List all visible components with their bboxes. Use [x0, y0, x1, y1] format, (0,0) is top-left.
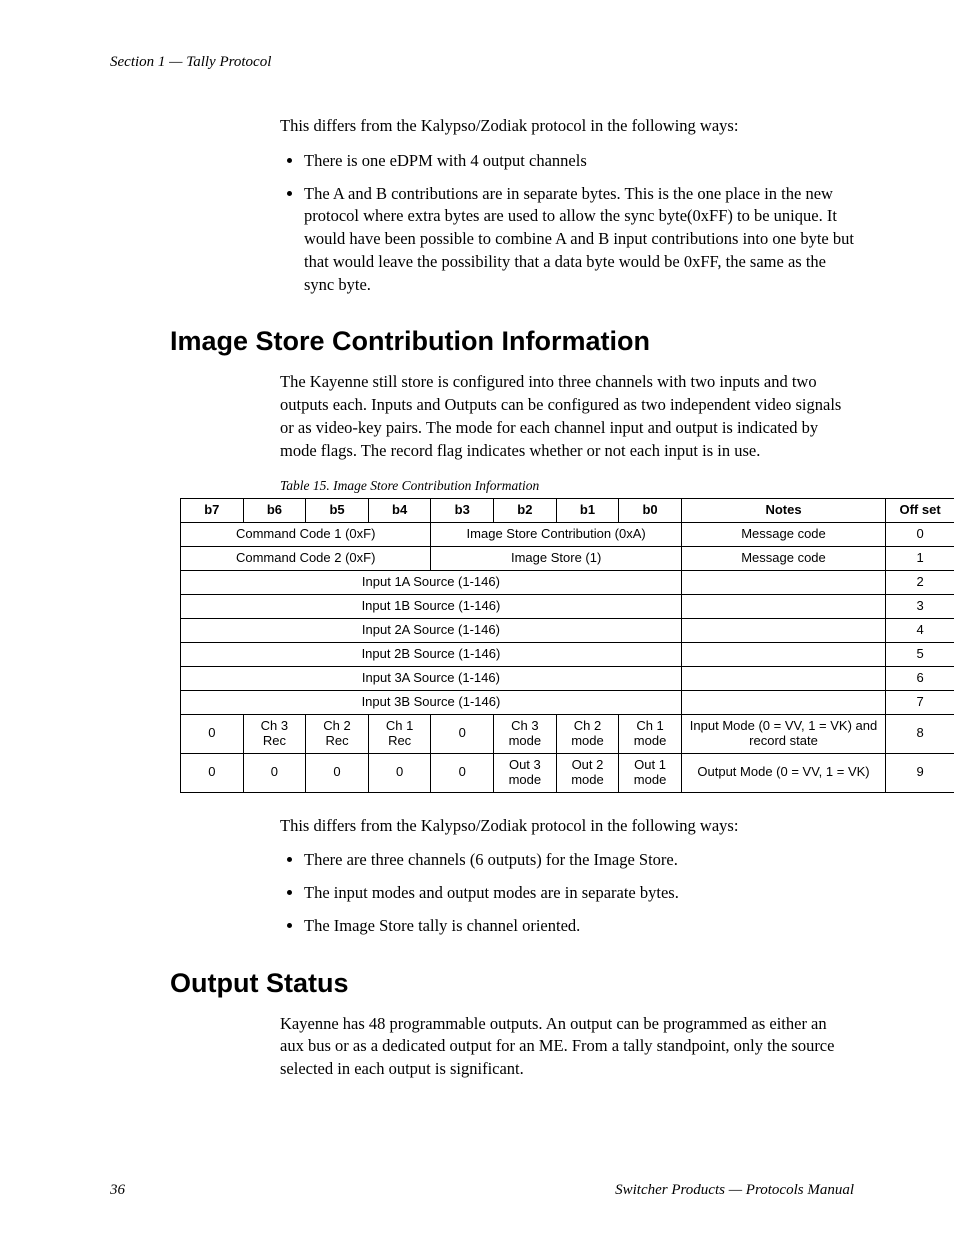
table-row: Command Code 2 (0xF) Image Store (1) Mes… [181, 547, 954, 571]
intro-bullet-list: There is one eDPM with 4 output channels… [280, 150, 854, 297]
after-table-paragraph: This differs from the Kalypso/Zodiak pro… [280, 815, 854, 838]
page-number: 36 [110, 1182, 125, 1199]
heading-image-store: Image Store Contribution Information [170, 326, 854, 357]
cell-offset: 9 [886, 753, 954, 792]
col-b2: b2 [494, 499, 557, 523]
table-row: 0 Ch 3 Rec Ch 2 Rec Ch 1 Rec 0 Ch 3 mode… [181, 714, 954, 753]
cell: 0 [431, 753, 494, 792]
cell: Out 3 mode [494, 753, 557, 792]
cell: Ch 1 mode [619, 714, 682, 753]
cell: Command Code 2 (0xF) [181, 547, 431, 571]
col-b7: b7 [181, 499, 244, 523]
cell: Image Store (1) [431, 547, 681, 571]
list-item: The input modes and output modes are in … [304, 882, 854, 905]
cell-notes: Input Mode (0 = VV, 1 = VK) and record s… [681, 714, 885, 753]
table-row: Input 1B Source (1-146) 3 [181, 595, 954, 619]
table-row: Command Code 1 (0xF) Image Store Contrib… [181, 523, 954, 547]
table-header-row: b7 b6 b5 b4 b3 b2 b1 b0 Notes Off set [181, 499, 954, 523]
footer-title: Switcher Products — Protocols Manual [615, 1182, 854, 1199]
cell: 0 [431, 714, 494, 753]
cell-offset: 0 [886, 523, 954, 547]
cell: Ch 2 Rec [306, 714, 369, 753]
table-row: Input 3B Source (1-146) 7 [181, 690, 954, 714]
col-notes: Notes [681, 499, 885, 523]
cell-offset: 6 [886, 666, 954, 690]
page-footer: 36 Switcher Products — Protocols Manual [110, 1182, 854, 1199]
cell: Input 3B Source (1-146) [181, 690, 682, 714]
cell-offset: 1 [886, 547, 954, 571]
col-offset: Off set [886, 499, 954, 523]
list-item: The A and B contributions are in separat… [304, 183, 854, 297]
cell: Input 2A Source (1-146) [181, 619, 682, 643]
cell-notes [681, 666, 885, 690]
cell-notes [681, 690, 885, 714]
cell: Ch 2 mode [556, 714, 619, 753]
list-item: There are three channels (6 outputs) for… [304, 849, 854, 872]
cell: 0 [181, 753, 244, 792]
list-item: The Image Store tally is channel oriente… [304, 915, 854, 938]
cell-offset: 7 [886, 690, 954, 714]
cell: 0 [306, 753, 369, 792]
col-b6: b6 [243, 499, 306, 523]
col-b1: b1 [556, 499, 619, 523]
running-header: Section 1 — Tally Protocol [110, 54, 854, 71]
cell: Image Store Contribution (0xA) [431, 523, 681, 547]
cell: Input 2B Source (1-146) [181, 643, 682, 667]
table-row: Input 2B Source (1-146) 5 [181, 643, 954, 667]
cell: Out 2 mode [556, 753, 619, 792]
cell-notes: Message code [681, 547, 885, 571]
heading-output-status: Output Status [170, 968, 854, 999]
cell: Ch 3 mode [494, 714, 557, 753]
after-table-bullet-list: There are three channels (6 outputs) for… [280, 849, 854, 937]
cell: 0 [181, 714, 244, 753]
cell-offset: 4 [886, 619, 954, 643]
col-b4: b4 [368, 499, 431, 523]
image-store-paragraph: The Kayenne still store is configured in… [280, 371, 854, 462]
col-b0: b0 [619, 499, 682, 523]
table-row: Input 3A Source (1-146) 6 [181, 666, 954, 690]
cell: 0 [243, 753, 306, 792]
table-caption: Table 15. Image Store Contribution Infor… [280, 478, 854, 494]
cell-offset: 8 [886, 714, 954, 753]
cell: Ch 3 Rec [243, 714, 306, 753]
cell: 0 [368, 753, 431, 792]
intro-paragraph: This differs from the Kalypso/Zodiak pro… [280, 115, 854, 138]
cell: Out 1 mode [619, 753, 682, 792]
output-status-paragraph: Kayenne has 48 programmable outputs. An … [280, 1013, 854, 1081]
cell-notes: Output Mode (0 = VV, 1 = VK) [681, 753, 885, 792]
cell-notes [681, 643, 885, 667]
cell-notes [681, 619, 885, 643]
col-b5: b5 [306, 499, 369, 523]
cell-offset: 5 [886, 643, 954, 667]
cell: Input 1A Source (1-146) [181, 571, 682, 595]
cell-notes [681, 571, 885, 595]
list-item: There is one eDPM with 4 output channels [304, 150, 854, 173]
cell: Input 1B Source (1-146) [181, 595, 682, 619]
cell-offset: 3 [886, 595, 954, 619]
cell: Input 3A Source (1-146) [181, 666, 682, 690]
cell-notes: Message code [681, 523, 885, 547]
table-row: Input 1A Source (1-146) 2 [181, 571, 954, 595]
cell: Ch 1 Rec [368, 714, 431, 753]
cell-notes [681, 595, 885, 619]
cell-offset: 2 [886, 571, 954, 595]
table-row: Input 2A Source (1-146) 4 [181, 619, 954, 643]
cell: Command Code 1 (0xF) [181, 523, 431, 547]
col-b3: b3 [431, 499, 494, 523]
table-15: b7 b6 b5 b4 b3 b2 b1 b0 Notes Off set Co… [180, 498, 954, 792]
table-row: 0 0 0 0 0 Out 3 mode Out 2 mode Out 1 mo… [181, 753, 954, 792]
